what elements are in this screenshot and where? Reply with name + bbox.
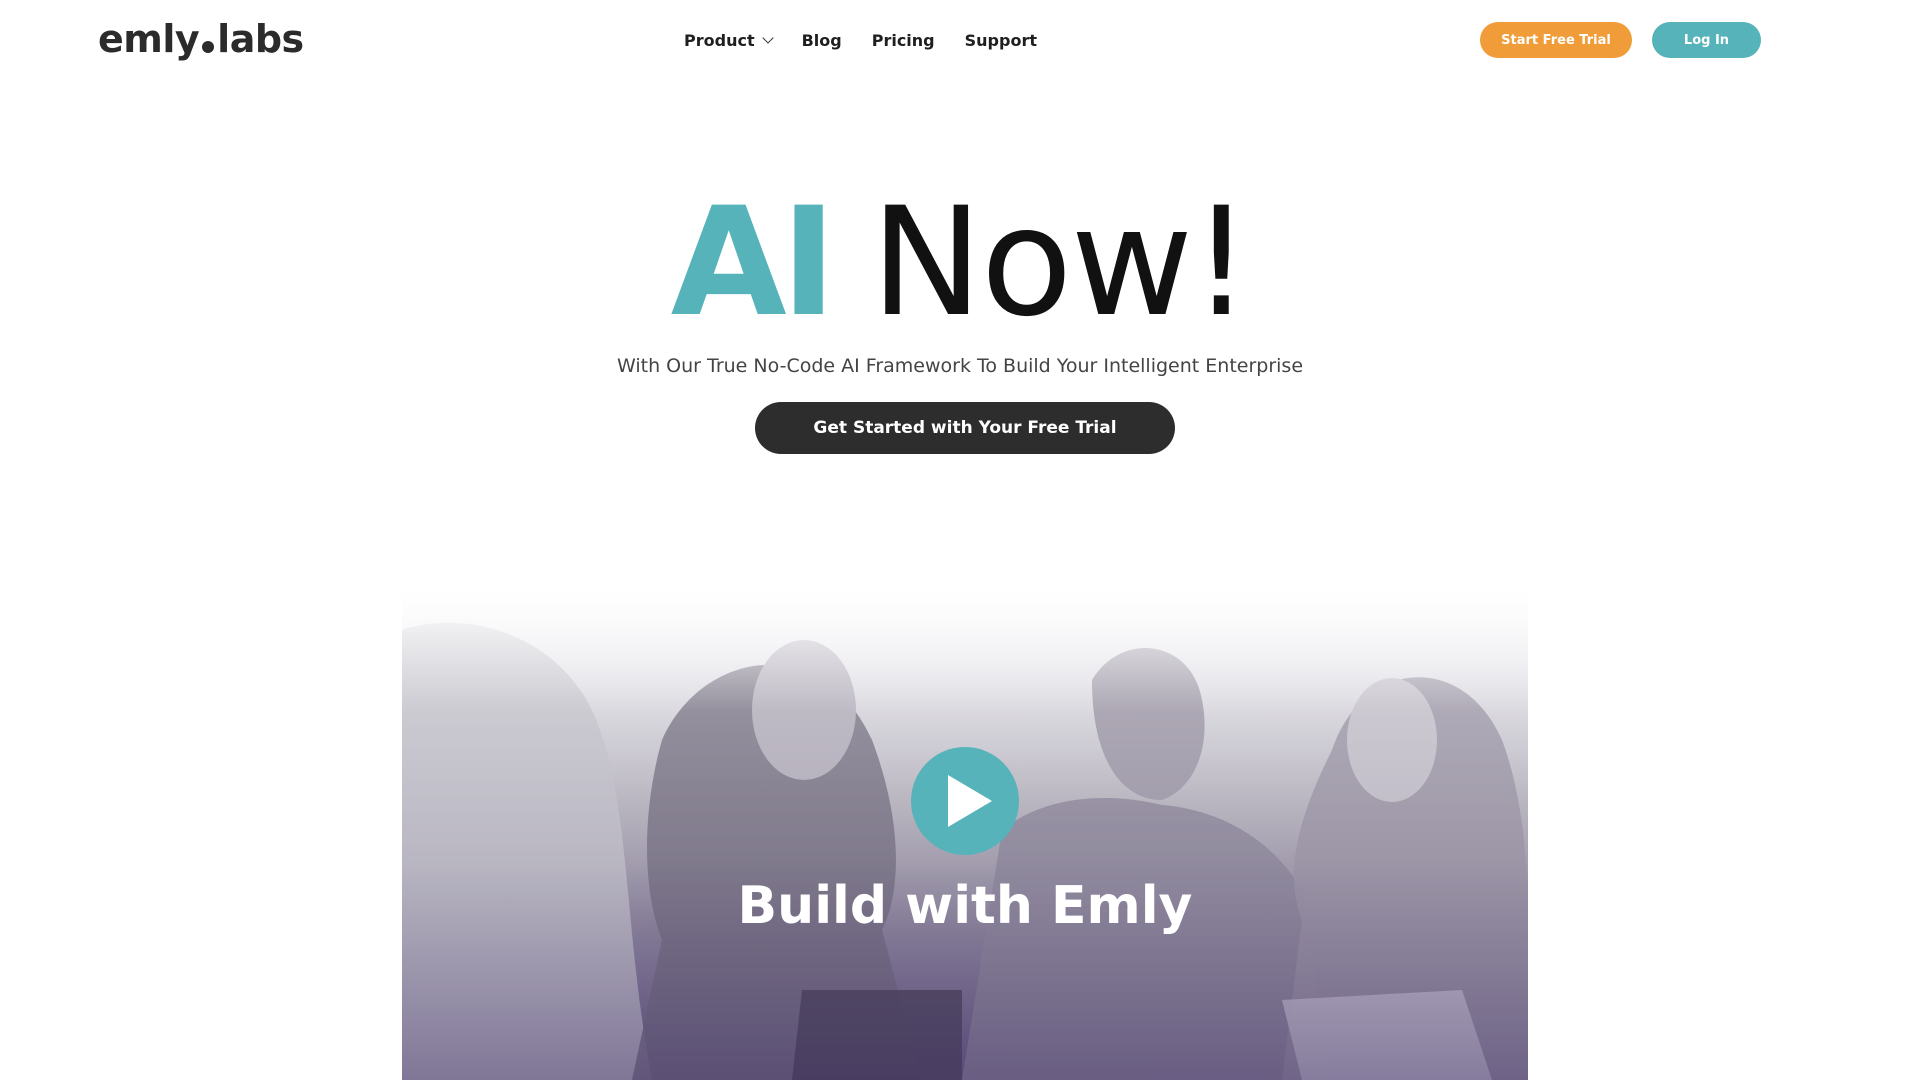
nav-item-product[interactable]: Product [684, 30, 774, 50]
nav-item-pricing[interactable]: Pricing [872, 31, 935, 50]
logo[interactable]: emly labs [98, 14, 304, 64]
hero-title: AI Now! [0, 188, 1920, 338]
site-header: emly labs Product Blog Pricing Support S… [0, 0, 1920, 80]
nav-item-label: Blog [801, 30, 842, 50]
logo-text-right: labs [217, 17, 304, 61]
play-icon [948, 775, 992, 827]
logo-dot-icon [202, 41, 215, 53]
start-free-trial-button[interactable]: Start Free Trial [1480, 22, 1632, 58]
promo-video[interactable]: Build with Emly [402, 590, 1528, 1080]
chevron-down-icon [761, 31, 774, 44]
get-started-button[interactable]: Get Started with Your Free Trial [755, 402, 1175, 454]
nav-item-label: Pricing [871, 30, 935, 50]
hero-subtitle: With Our True No-Code AI Framework To Bu… [616, 355, 1304, 377]
nav-item-support[interactable]: Support [965, 31, 1037, 50]
video-caption: Build with Emly [737, 876, 1193, 936]
log-in-button[interactable]: Log In [1652, 22, 1761, 58]
main-nav: Product Blog Pricing Support [684, 26, 1067, 54]
nav-item-label: Support [964, 30, 1037, 50]
logo-text-left: emly [98, 17, 200, 61]
nav-item-label: Product [684, 30, 755, 50]
hero-title-accent: AI [670, 176, 837, 350]
hero-title-rest: Now! [870, 176, 1252, 350]
play-button[interactable] [911, 747, 1019, 855]
nav-item-blog[interactable]: Blog [802, 31, 842, 50]
